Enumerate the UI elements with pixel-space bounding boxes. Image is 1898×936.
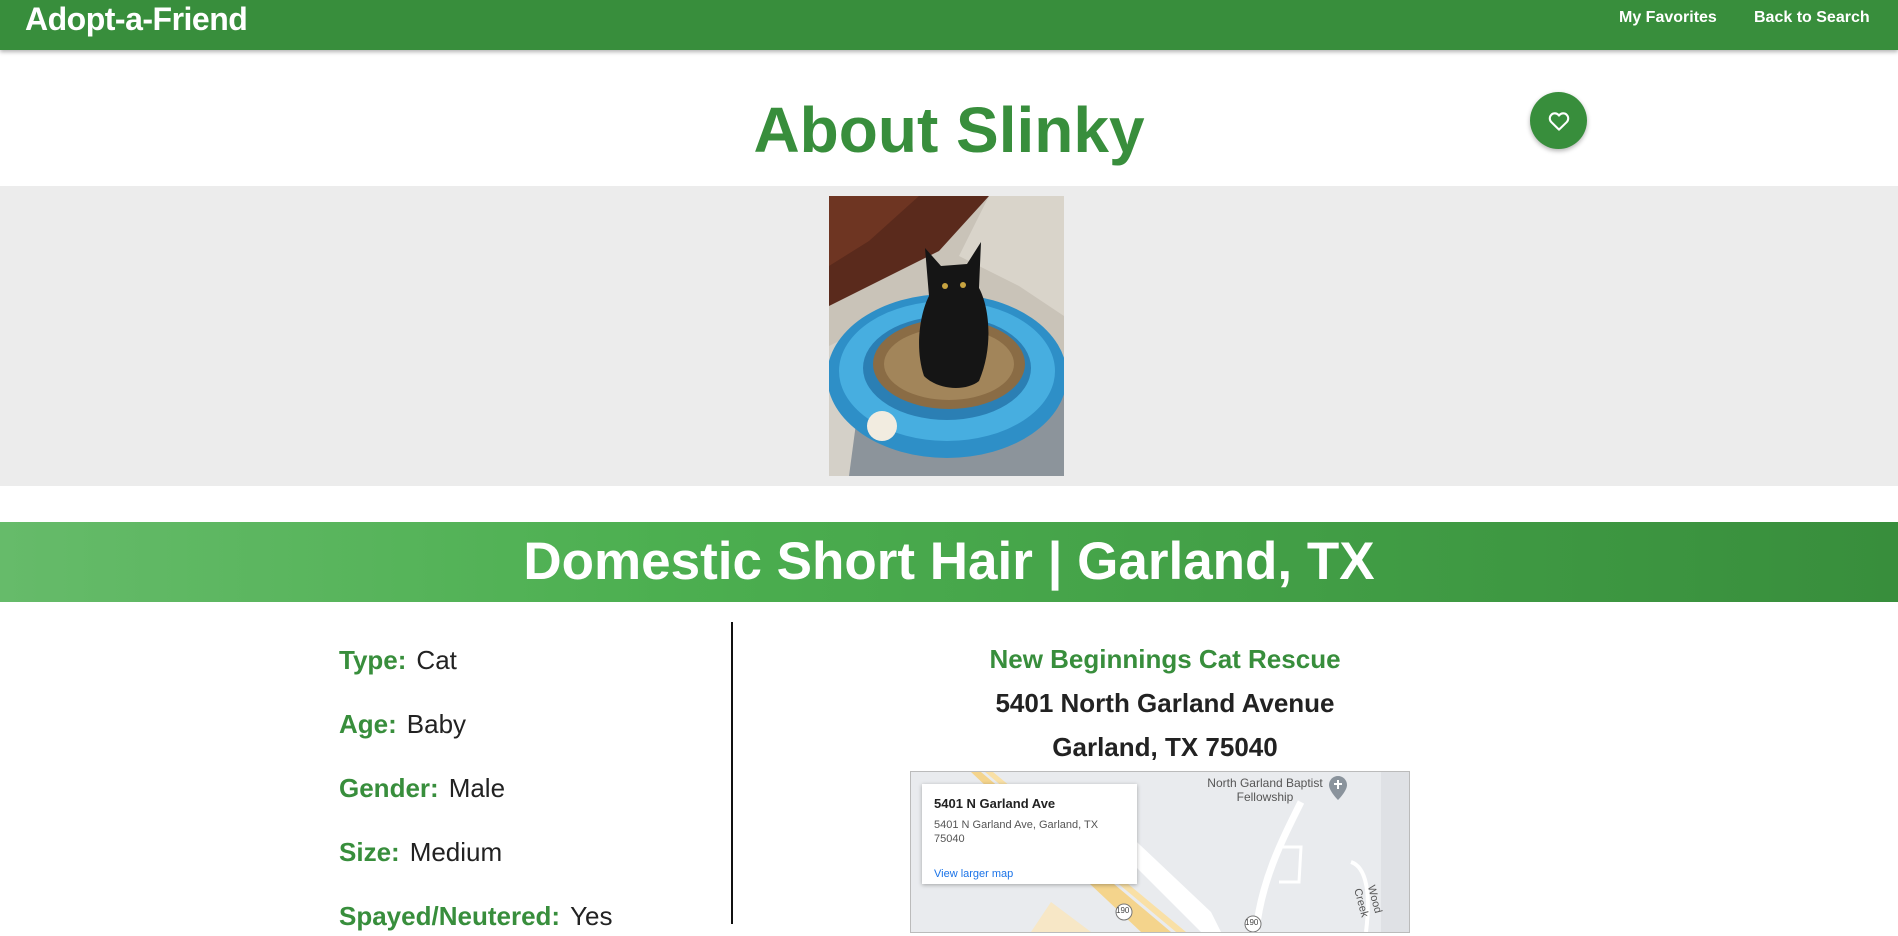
attribute-type: Type: Cat [339,640,457,680]
breed-location-banner: Domestic Short Hair | Garland, TX [0,522,1898,602]
map-place-address: 5401 N Garland Ave, Garland, TX 75040 [934,819,1099,845]
map-place-card: 5401 N Garland Ave 5401 N Garland Ave, G… [922,784,1137,884]
heart-outline-icon [1548,111,1569,131]
map-route-marker: 190 [1116,906,1130,915]
nav-back-to-search-link[interactable]: Back to Search [1754,9,1870,27]
attribute-size: Size: Medium [339,832,502,872]
pet-photo [829,196,1064,476]
map-place-title: 5401 N Garland Ave [934,796,1056,811]
organization-street: 5401 North Garland Avenue [995,688,1335,718]
page-title: About Slinky [753,94,1145,166]
organization-name: New Beginnings Cat Rescue [989,644,1341,674]
nav-my-favorites-link[interactable]: My Favorites [1619,9,1717,27]
church-pin-icon [1329,776,1347,800]
navbar: Adopt-a-Friend My Favorites Back to Sear… [0,0,1898,50]
attribute-value: Baby [406,709,467,739]
attribute-value: Yes [570,901,613,931]
attribute-value: Cat [416,645,457,675]
attribute-label: Age: [339,709,397,739]
attribute-label: Spayed/Neutered: [339,901,561,931]
attribute-gender: Gender: Male [339,768,505,808]
attribute-label: Type: [339,645,407,675]
attribute-value: Male [448,773,506,803]
attribute-label: Gender: [339,773,439,803]
brand-link[interactable]: Adopt-a-Friend [25,1,248,38]
favorite-button[interactable] [1530,92,1587,149]
attribute-spayed-neutered: Spayed/Neutered: Yes [339,896,613,936]
column-divider [731,622,733,924]
organization-city: Garland, TX 75040 [1052,732,1278,762]
view-larger-map-link[interactable]: View larger map [934,868,1013,880]
attribute-label: Size: [339,837,400,867]
location-map[interactable]: 5401 N Garland Ave 5401 N Garland Ave, G… [910,771,1410,933]
photo-carousel [0,186,1898,486]
attribute-value: Medium [409,837,503,867]
map-poi-label: North Garland Baptist Fellowship [1207,776,1323,804]
map-route-marker: 190 [1245,918,1259,927]
attribute-age: Age: Baby [339,704,466,744]
